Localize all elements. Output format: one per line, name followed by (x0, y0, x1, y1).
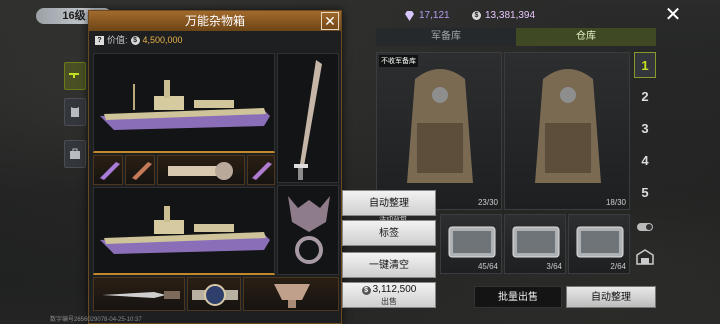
item-slot-destroyer-2[interactable] (93, 187, 275, 275)
tab-warehouse[interactable]: 仓库 (516, 28, 656, 46)
sell-button[interactable]: $ 3,112,500 出售 (342, 282, 436, 308)
tab-armory[interactable]: 军备库 (376, 28, 516, 46)
item-slot-trophy[interactable] (243, 277, 339, 311)
sword-icon (294, 60, 322, 180)
blade-fragment-icon (252, 162, 272, 180)
clear-all-menu-item[interactable]: 一键清空 (342, 252, 436, 278)
bulk-sell-button[interactable]: 批量出售 (474, 286, 562, 308)
slot-count: 2/64 (610, 262, 626, 271)
backpack-icon (535, 69, 601, 183)
warehouse-slot-2[interactable]: 18/30 (504, 52, 630, 210)
footer-note: 数字编号2656029078-04-25-10:37 (50, 317, 142, 323)
slot-count: 23/30 (477, 198, 498, 207)
bag-icon (70, 148, 80, 159)
page-tab-1[interactable]: 1 (634, 52, 656, 78)
item-slot-cannon[interactable] (157, 155, 245, 185)
diamond-icon (405, 10, 414, 21)
sell-amount: 3,112,500 (372, 284, 417, 295)
sell-amount-row: $ 3,112,500 (343, 283, 435, 297)
item-slot-small-1[interactable] (93, 155, 123, 185)
coin-icon: $ (472, 11, 481, 20)
page-tab-3[interactable]: 3 (634, 116, 656, 142)
storage-tabs: 军备库 仓库 (376, 28, 656, 46)
cannon-part-icon (168, 162, 233, 180)
destroyer-ship-icon (100, 206, 270, 254)
slot-count: 45/64 (477, 262, 498, 271)
watch-icon (192, 284, 238, 306)
category-bag-button[interactable] (64, 140, 86, 168)
trophy-icon (274, 284, 310, 308)
slot-count: 18/30 (605, 198, 626, 207)
blade-fragment-icon (100, 162, 120, 180)
slot-count: 3/64 (546, 262, 562, 271)
item-slot-small-2[interactable] (125, 155, 155, 185)
coin-value: 13,381,394 (485, 10, 536, 21)
warehouse-slot-1[interactable]: 不收军备库 23/30 (376, 52, 502, 210)
info-icon: ? (95, 35, 104, 45)
coin-counter: $ 13,381,394 (472, 10, 535, 21)
auto-sort-button[interactable]: 自动整理 (566, 286, 656, 308)
backpack-icon (407, 69, 473, 183)
category-weapon-button[interactable] (64, 62, 86, 90)
page-tab-2[interactable]: 2 (634, 84, 656, 110)
sell-label: 出售 (381, 297, 397, 306)
warehouse-slot-4[interactable]: 3/64 (504, 214, 566, 274)
close-icon[interactable]: ✕ (664, 5, 682, 25)
coin-icon: $ (130, 35, 140, 45)
price-value: 4,500,000 (142, 35, 183, 45)
item-slot-dagger[interactable] (93, 277, 185, 311)
warehouse-slot-3[interactable]: 45/64 (440, 214, 502, 274)
item-popup: 万能杂物箱 ✕ ? 价值: $ 4,500,000 (88, 10, 342, 324)
popup-close-button[interactable]: ✕ (321, 12, 339, 30)
category-armor-button[interactable] (64, 98, 86, 126)
page-tab-4[interactable]: 4 (634, 148, 656, 174)
item-slot-sword[interactable] (277, 53, 339, 183)
toggle-icon[interactable] (636, 218, 654, 236)
no-armory-tag: 不收军备库 (379, 55, 418, 67)
popup-header: 万能杂物箱 ✕ (89, 11, 341, 31)
price-label: 价值: (107, 35, 128, 45)
warehouse-slot-5[interactable]: 2/64 (568, 214, 630, 274)
dagger-icon (102, 291, 180, 299)
page-tab-5[interactable]: 5 (634, 180, 656, 206)
item-slot-watch[interactable] (187, 277, 241, 311)
destroyer-ship-icon (100, 80, 270, 130)
coin-icon: $ (361, 285, 371, 295)
popup-title: 万能杂物箱 (184, 14, 245, 28)
tag-menu-item[interactable]: 标签 (342, 220, 436, 246)
item-slot-destroyer[interactable] (93, 53, 275, 153)
blade-fragment-icon (132, 162, 152, 180)
storage-building-icon[interactable] (636, 248, 654, 266)
auto-sort-menu-item[interactable]: 自动整理 (342, 190, 436, 216)
popup-price-row: ? 价值: $ 4,500,000 (89, 31, 341, 49)
item-slot-small-3[interactable] (247, 155, 275, 185)
gem-value: 17,121 (419, 10, 450, 21)
skull-ring-icon (288, 196, 330, 264)
gun-icon (69, 73, 79, 78)
vest-icon (71, 107, 79, 117)
gem-counter: 17,121 (404, 10, 450, 21)
item-slot-ring[interactable] (277, 185, 339, 275)
